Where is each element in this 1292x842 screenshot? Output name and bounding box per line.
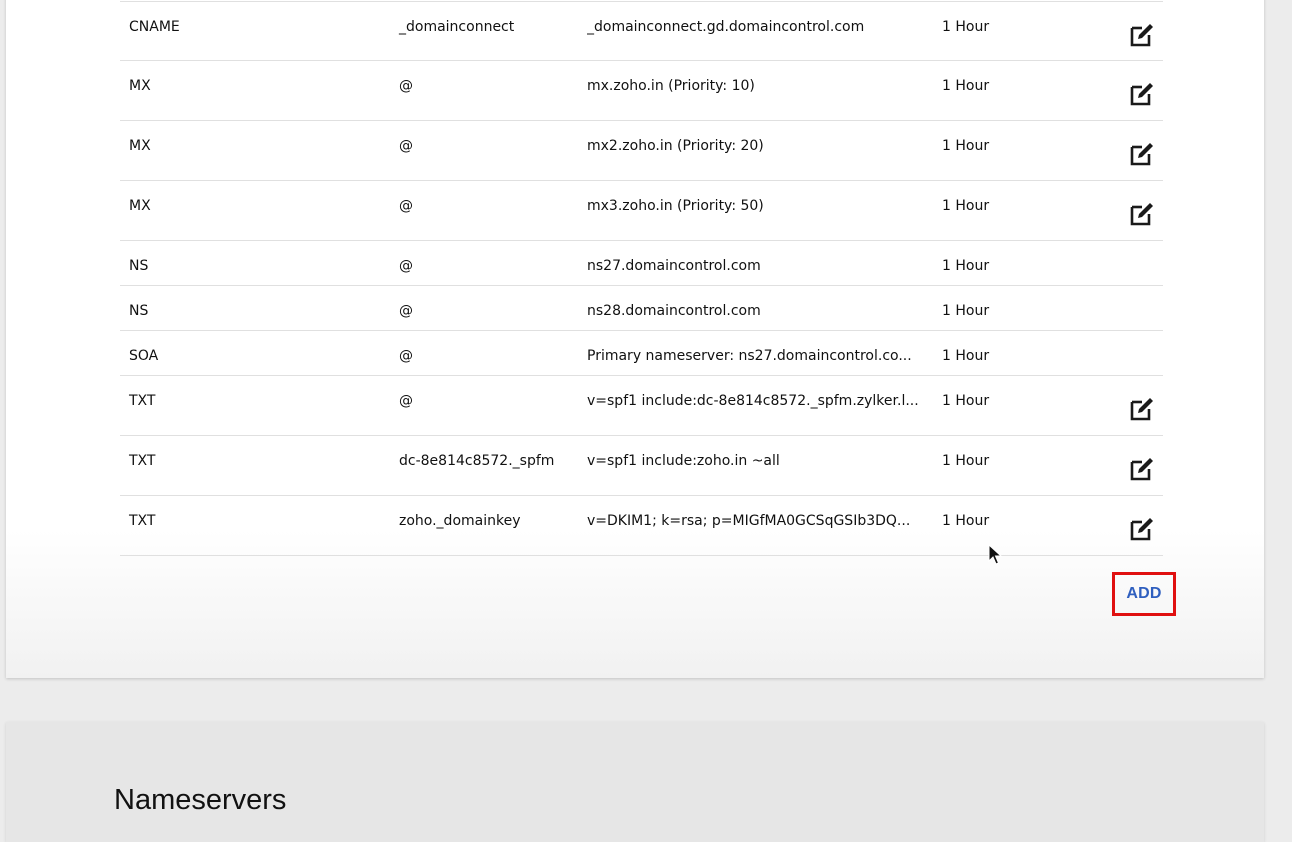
edit-record-button[interactable] [1128, 515, 1156, 543]
edit-icon [1128, 80, 1156, 108]
dns-record-ttl: 1 Hour [942, 19, 990, 35]
dns-record-name: @ [399, 258, 413, 274]
dns-record-ttl: 1 Hour [942, 138, 990, 154]
dns-record-type: CNAME [129, 19, 180, 35]
dns-record-ttl: 1 Hour [942, 303, 990, 319]
dns-record-name: _domainconnect [399, 19, 515, 35]
dns-record-row: TXT zoho._domainkey v=DKIM1; k=rsa; p=MIGf… [120, 496, 1163, 556]
dns-record-row: CNAME _domainconnect _domainconnect.gd.dom… [120, 1, 1163, 61]
dns-record-value: ns28.domaincontrol.com [587, 303, 761, 319]
add-record-button[interactable]: ADD [1112, 572, 1176, 616]
edit-record-button[interactable] [1128, 395, 1156, 423]
dns-record-name: @ [399, 198, 413, 214]
dns-record-name: @ [399, 393, 413, 409]
dns-record-name: @ [399, 348, 413, 364]
dns-record-row: TXT @ v=spf1 include:dc-8e814c8572._spfm.z… [120, 376, 1163, 436]
mouse-cursor-icon [988, 544, 1002, 565]
dns-record-value: v=spf1 include:dc-8e814c8572._spfm.zylke… [587, 393, 919, 409]
dns-record-type: MX [129, 198, 151, 214]
edit-icon-svg [1130, 24, 1153, 47]
dns-record-type: TXT [129, 393, 156, 409]
dns-record-ttl: 1 Hour [942, 78, 990, 94]
dns-record-name: @ [399, 303, 413, 319]
dns-record-row: NS @ ns28.domaincontrol.com 1 Hour [120, 286, 1163, 331]
edit-record-button[interactable] [1128, 140, 1156, 168]
dns-record-value: v=DKIM1; k=rsa; p=MIGfMA0GCSqGSIb3DQ... [587, 513, 911, 529]
dns-record-value: mx.zoho.in (Priority: 10) [587, 78, 755, 94]
dns-record-name: @ [399, 138, 413, 154]
dns-records-table: CNAME _domainconnect _domainconnect.gd.dom… [120, 1, 1163, 556]
dns-record-ttl: 1 Hour [942, 393, 990, 409]
edit-icon-svg [1130, 458, 1153, 481]
dns-record-value: ns27.domaincontrol.com [587, 258, 761, 274]
dns-record-value: Primary nameserver: ns27.domaincontrol.c… [587, 348, 912, 364]
dns-record-row: NS @ ns27.domaincontrol.com 1 Hour [120, 241, 1163, 286]
dns-record-type: NS [129, 303, 149, 319]
dns-record-name: zoho._domainkey [399, 513, 521, 529]
edit-icon [1128, 21, 1156, 49]
dns-record-row: MX @ mx3.zoho.in (Priority: 50) 1 Hour [120, 181, 1163, 241]
edit-record-button[interactable] [1128, 21, 1156, 49]
dns-record-ttl: 1 Hour [942, 453, 990, 469]
dns-record-ttl: 1 Hour [942, 258, 990, 274]
dns-record-type: TXT [129, 453, 156, 469]
edit-icon-svg [1130, 203, 1153, 226]
dns-record-type: MX [129, 138, 151, 154]
edit-icon-svg [1130, 83, 1153, 106]
edit-icon-svg [1130, 398, 1153, 421]
dns-record-row: SOA @ Primary nameserver: ns27.domaincontr… [120, 331, 1163, 376]
dns-record-ttl: 1 Hour [942, 513, 990, 529]
nameservers-heading: Nameservers [114, 784, 287, 816]
edit-icon [1128, 395, 1156, 423]
dns-record-type: MX [129, 78, 151, 94]
dns-record-type: NS [129, 258, 149, 274]
edit-icon [1128, 515, 1156, 543]
edit-icon [1128, 140, 1156, 168]
dns-records-card: CNAME _domainconnect _domainconnect.gd.dom… [6, 0, 1264, 678]
dns-record-value: v=spf1 include:zoho.in ~all [587, 453, 780, 469]
dns-record-row: MX @ mx2.zoho.in (Priority: 20) 1 Hour [120, 121, 1163, 181]
dns-record-ttl: 1 Hour [942, 198, 990, 214]
dns-record-value: mx2.zoho.in (Priority: 20) [587, 138, 764, 154]
dns-record-value: _domainconnect.gd.domaincontrol.com [587, 19, 865, 35]
edit-icon-svg [1130, 518, 1153, 541]
dns-record-value: mx3.zoho.in (Priority: 50) [587, 198, 764, 214]
edit-icon [1128, 200, 1156, 228]
edit-record-button[interactable] [1128, 80, 1156, 108]
dns-record-row: MX @ mx.zoho.in (Priority: 10) 1 Hour [120, 61, 1163, 121]
nameservers-card: Nameservers [6, 722, 1264, 842]
edit-icon-svg [1130, 143, 1153, 166]
dns-record-row: TXT dc-8e814c8572._spfm v=spf1 include:zoh… [120, 436, 1163, 496]
edit-record-button[interactable] [1128, 455, 1156, 483]
dns-record-type: SOA [129, 348, 159, 364]
edit-record-button[interactable] [1128, 200, 1156, 228]
dns-record-type: TXT [129, 513, 156, 529]
edit-icon [1128, 455, 1156, 483]
dns-record-name: @ [399, 78, 413, 94]
dns-record-ttl: 1 Hour [942, 348, 990, 364]
dns-record-name: dc-8e814c8572._spfm [399, 453, 555, 469]
